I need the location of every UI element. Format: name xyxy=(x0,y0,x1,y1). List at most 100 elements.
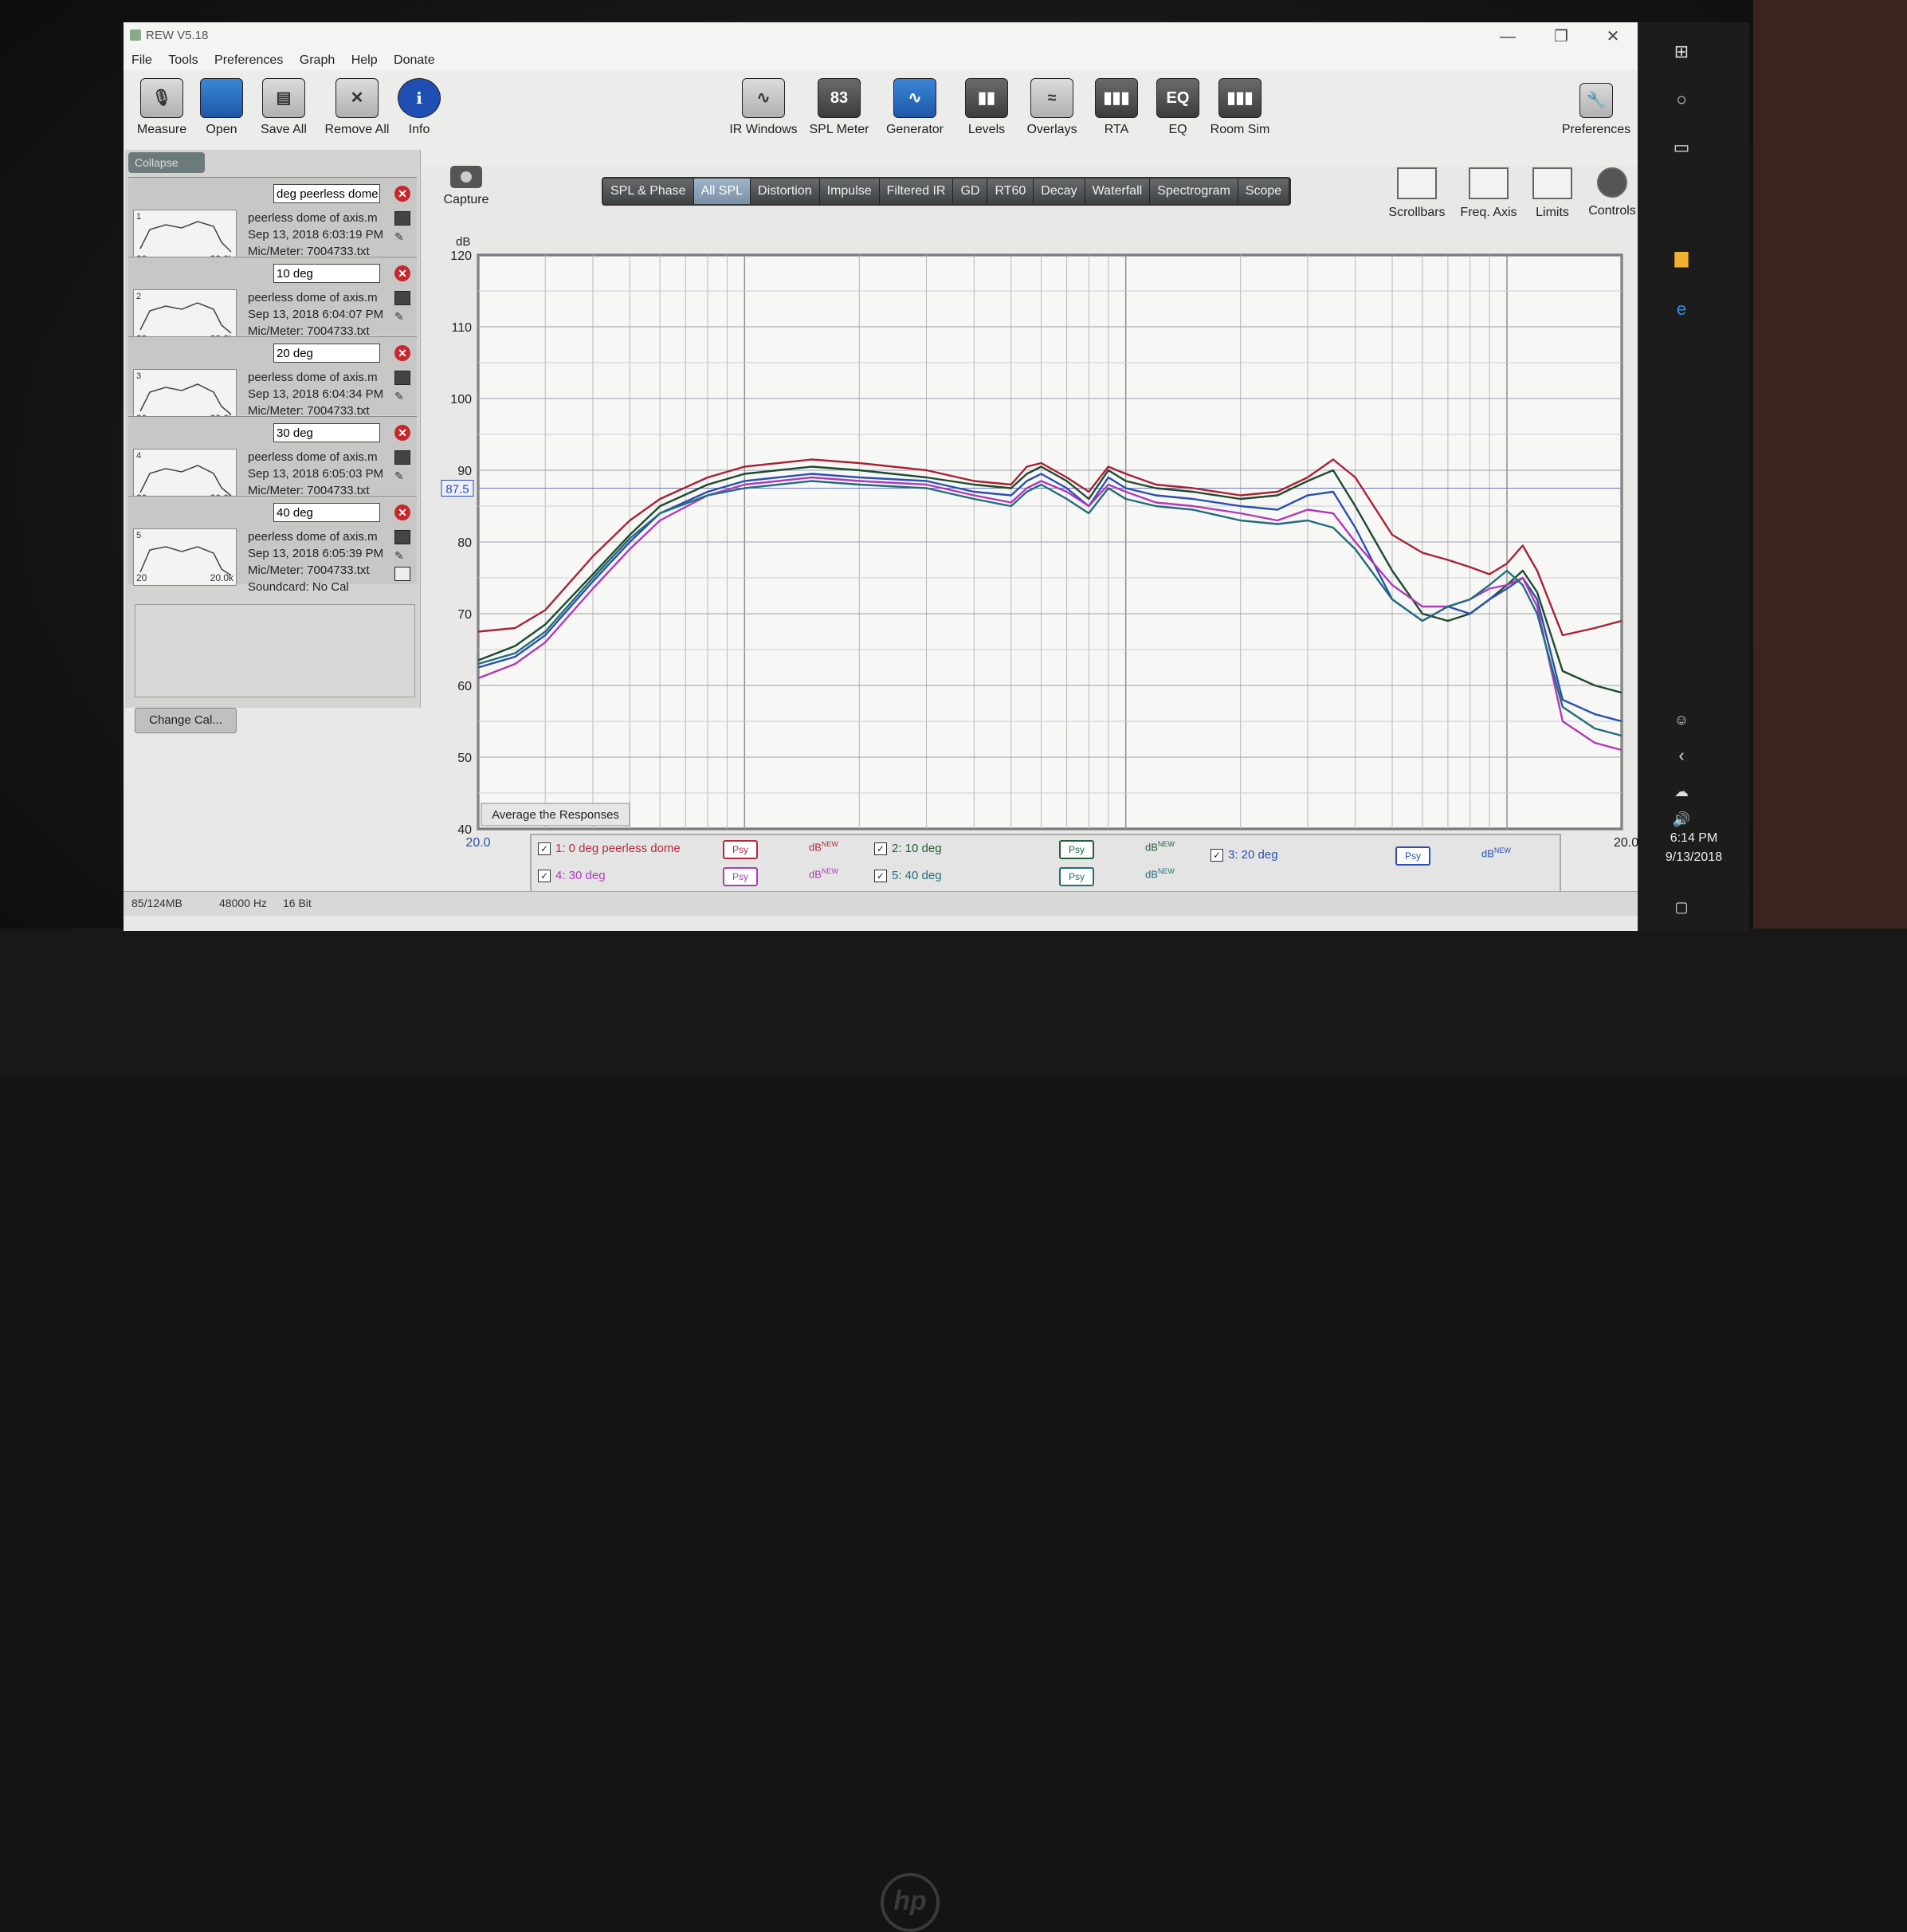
freq-axis-button[interactable]: Freq. Axis xyxy=(1457,167,1520,220)
menu-tools[interactable]: Tools xyxy=(168,51,198,70)
cortana-icon[interactable]: ○ xyxy=(1670,88,1693,112)
measurement-item-4[interactable]: 30 deg ✕ 4 20 20.0k peerless dome of axi… xyxy=(128,416,417,506)
room-sim-button[interactable]: ▮▮▮ Room Sim xyxy=(1206,78,1274,137)
chart-color-icon[interactable] xyxy=(394,291,410,305)
generator-button[interactable]: ∿ Generator xyxy=(881,78,949,137)
menu-help[interactable]: Help xyxy=(351,51,378,70)
close-button[interactable]: ✕ xyxy=(1597,26,1629,48)
legend-checkbox[interactable]: ✓ xyxy=(1211,849,1223,862)
db-offset-button[interactable]: dBNEW xyxy=(1145,840,1175,853)
menu-preferences[interactable]: Preferences xyxy=(214,51,283,70)
psy-smoothing-button[interactable]: Psy xyxy=(1395,846,1430,866)
tab-all-spl[interactable]: All SPL xyxy=(693,179,751,204)
scrollbars-button[interactable]: Scrollbars xyxy=(1385,167,1449,220)
remove-measurement-icon[interactable]: ✕ xyxy=(394,425,410,441)
system-clock[interactable]: 6:14 PM 9/13/2018 xyxy=(1640,829,1748,867)
remove-measurement-icon[interactable]: ✕ xyxy=(394,265,410,281)
chevron-left-icon[interactable]: ‹ xyxy=(1670,744,1693,768)
tab-distortion[interactable]: Distortion xyxy=(751,179,820,204)
rta-button[interactable]: ▮▮▮ RTA xyxy=(1082,78,1151,137)
remove-measurement-icon[interactable]: ✕ xyxy=(394,186,410,202)
preferences-button[interactable]: 🔧 Preferences xyxy=(1558,83,1634,137)
remove-all-button[interactable]: ✕ Remove All xyxy=(323,78,391,137)
psy-smoothing-button[interactable]: Psy xyxy=(1059,840,1094,859)
legend-item-1[interactable]: ✓ 1: 0 deg peerless dome xyxy=(538,842,681,856)
info-button[interactable]: i Info xyxy=(385,78,453,137)
remove-measurement-icon[interactable]: ✕ xyxy=(394,345,410,361)
legend-checkbox[interactable]: ✓ xyxy=(874,842,887,856)
tab-waterfall[interactable]: Waterfall xyxy=(1085,179,1151,204)
legend-item-3[interactable]: ✓ 3: 20 deg xyxy=(1211,848,1278,862)
spl-chart-svg[interactable]: 405060708090100110120dB20.03040506070801… xyxy=(438,222,1638,859)
measurement-name[interactable]: 10 deg xyxy=(273,264,380,283)
db-offset-button[interactable]: dBNEW xyxy=(1145,867,1175,880)
legend-checkbox[interactable]: ✓ xyxy=(538,842,551,856)
legend-checkbox[interactable]: ✓ xyxy=(874,870,887,883)
pen-icon[interactable]: ✎ xyxy=(394,310,409,323)
pen-icon[interactable]: ✎ xyxy=(394,469,409,482)
measurement-item-1[interactable]: deg peerless dome ✕ 1 20 20.0k peerless … xyxy=(128,177,417,267)
spl-chart[interactable]: 405060708090100110120dB20.03040506070801… xyxy=(438,222,1638,859)
psy-smoothing-button[interactable]: Psy xyxy=(723,867,758,886)
windows-start-icon[interactable]: ⊞ xyxy=(1670,40,1693,64)
onedrive-icon[interactable]: ☁ xyxy=(1670,779,1693,803)
tab-gd[interactable]: GD xyxy=(953,179,988,204)
db-offset-button[interactable]: dBNEW xyxy=(809,840,838,853)
measure-button[interactable]: 🎙 Measure xyxy=(128,78,196,137)
restore-button[interactable]: ❐ xyxy=(1545,26,1577,48)
capture-button[interactable]: Capture xyxy=(438,166,494,207)
chart-color-icon[interactable] xyxy=(394,371,410,385)
collapse-button[interactable]: Collapse xyxy=(128,152,205,173)
overlays-button[interactable]: ≈ Overlays xyxy=(1018,78,1086,137)
notes-icon[interactable] xyxy=(394,567,410,581)
eq-button[interactable]: EQ EQ xyxy=(1144,78,1212,137)
legend-item-5[interactable]: ✓ 5: 40 deg xyxy=(874,869,942,883)
psy-smoothing-button[interactable]: Psy xyxy=(723,840,758,859)
levels-button[interactable]: ▮▮ Levels xyxy=(952,78,1021,137)
measurement-item-5[interactable]: 40 deg ✕ 5 20 20.0k peerless dome of axi… xyxy=(128,496,417,594)
tab-spl-phase[interactable]: SPL & Phase xyxy=(603,179,694,204)
tab-rt60[interactable]: RT60 xyxy=(987,179,1034,204)
change-cal-button[interactable]: Change Cal... xyxy=(135,708,237,733)
menu-file[interactable]: File xyxy=(131,51,152,70)
people-icon[interactable]: ☺ xyxy=(1670,708,1693,732)
tab-spectrogram[interactable]: Spectrogram xyxy=(1150,179,1238,204)
controls-button[interactable]: Controls xyxy=(1580,167,1638,218)
file-explorer-icon[interactable]: ▆ xyxy=(1670,245,1693,269)
open-button[interactable]: Open xyxy=(187,78,256,137)
measurement-name[interactable]: 40 deg xyxy=(273,503,380,522)
tab-scope[interactable]: Scope xyxy=(1238,179,1290,204)
average-responses-button[interactable]: Average the Responses xyxy=(481,803,630,827)
minimize-button[interactable]: — xyxy=(1492,26,1524,48)
legend-checkbox[interactable]: ✓ xyxy=(538,870,551,883)
db-offset-button[interactable]: dBNEW xyxy=(809,867,838,880)
chart-color-icon[interactable] xyxy=(394,450,410,465)
menu-donate[interactable]: Donate xyxy=(394,51,435,70)
legend-item-4[interactable]: ✓ 4: 30 deg xyxy=(538,869,606,883)
pen-icon[interactable]: ✎ xyxy=(394,230,409,243)
task-view-icon[interactable]: ▭ xyxy=(1670,135,1693,159)
pen-icon[interactable]: ✎ xyxy=(394,390,409,402)
edge-icon[interactable]: e xyxy=(1670,297,1693,321)
measurement-name[interactable]: 20 deg xyxy=(273,344,380,363)
average-button-label[interactable]: Average the Responses xyxy=(492,808,619,822)
tab-impulse[interactable]: Impulse xyxy=(819,179,880,204)
spl-meter-button[interactable]: 83 SPL Meter xyxy=(805,78,873,137)
measurement-item-2[interactable]: 10 deg ✕ 2 20 20.0k peerless dome of axi… xyxy=(128,257,417,347)
measurement-name[interactable]: deg peerless dome xyxy=(273,184,380,203)
tab-filtered-ir[interactable]: Filtered IR xyxy=(879,179,954,204)
chart-color-icon[interactable] xyxy=(394,530,410,544)
pen-icon[interactable]: ✎ xyxy=(394,549,409,562)
menu-graph[interactable]: Graph xyxy=(300,51,335,70)
psy-smoothing-button[interactable]: Psy xyxy=(1059,867,1094,886)
ir-windows-button[interactable]: ∿ IR Windows xyxy=(729,78,798,137)
measurement-name[interactable]: 30 deg xyxy=(273,423,380,442)
measurement-item-3[interactable]: 20 deg ✕ 3 20 20.0k peerless dome of axi… xyxy=(128,336,417,426)
db-offset-button[interactable]: dBNEW xyxy=(1481,846,1511,859)
chart-color-icon[interactable] xyxy=(394,211,410,226)
volume-icon[interactable]: 🔊 xyxy=(1670,807,1693,831)
remove-measurement-icon[interactable]: ✕ xyxy=(394,505,410,520)
save-all-button[interactable]: ▤ Save All xyxy=(249,78,318,137)
legend-item-2[interactable]: ✓ 2: 10 deg xyxy=(874,842,942,856)
notifications-icon[interactable]: ▢ xyxy=(1670,895,1693,919)
